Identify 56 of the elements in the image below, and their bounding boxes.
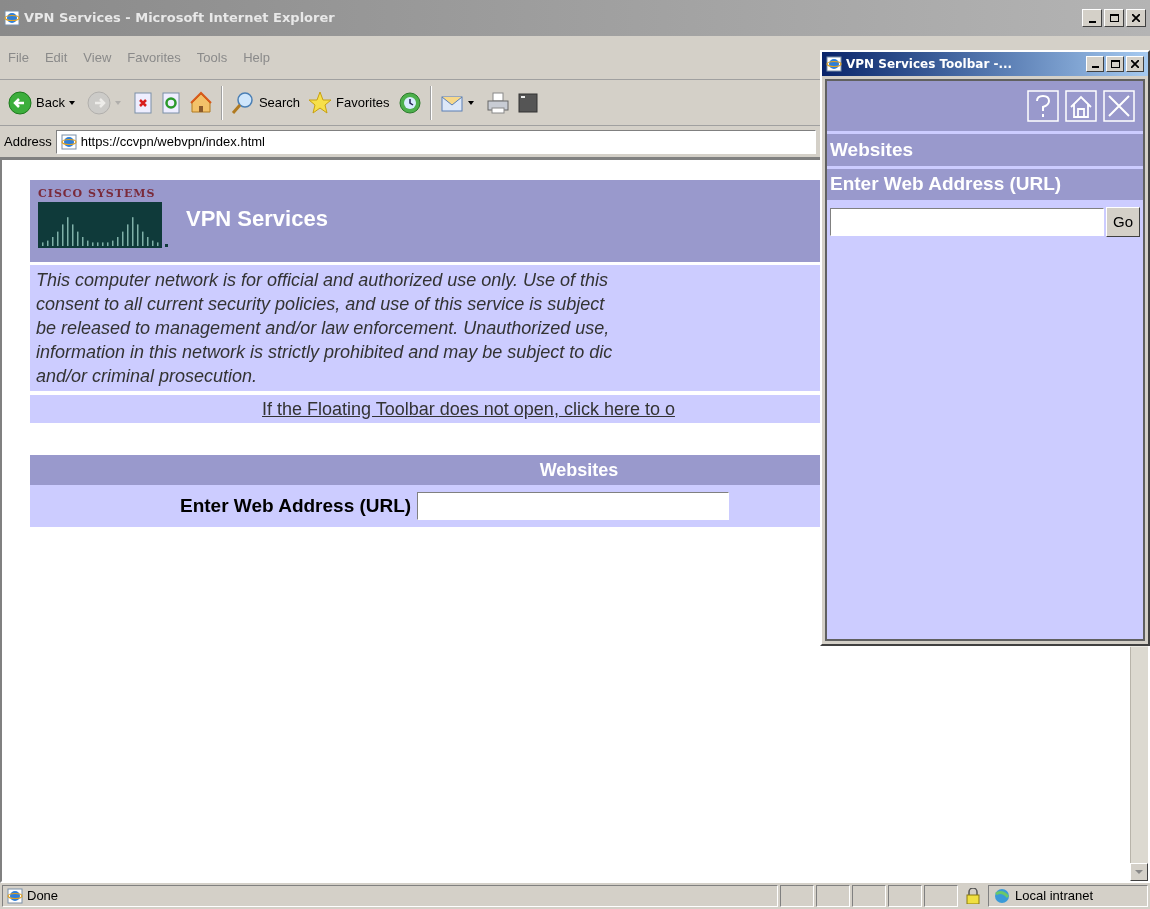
caret-icon — [114, 100, 121, 105]
home-icon[interactable] — [1065, 90, 1097, 122]
browser-icon — [4, 10, 20, 26]
minimize-button[interactable] — [1086, 56, 1104, 72]
toolbar-url-input[interactable] — [830, 208, 1104, 236]
page-title: VPN Services — [186, 205, 328, 233]
maximize-button[interactable] — [1106, 56, 1124, 72]
url-label: Enter Web Address (URL) — [180, 493, 412, 518]
maximize-button[interactable] — [1104, 9, 1124, 27]
close-button[interactable] — [1126, 56, 1144, 72]
scroll-down-button[interactable] — [1130, 863, 1148, 881]
status-pane — [780, 885, 814, 907]
lock-icon — [966, 888, 980, 904]
go-button[interactable]: Go — [1106, 207, 1140, 237]
logo-text: CISCO SYSTEMS — [38, 188, 157, 199]
caret-icon — [1135, 870, 1143, 874]
help-icon[interactable] — [1027, 90, 1059, 122]
toolbar-websites-heading: Websites — [827, 134, 1143, 166]
caret-icon — [467, 100, 474, 105]
browser-icon — [60, 133, 77, 150]
globe-icon — [993, 888, 1011, 904]
house-icon — [188, 90, 213, 115]
window-title: VPN Services - Microsoft Internet Explorer — [24, 9, 335, 28]
status-pane — [924, 885, 958, 907]
status-pane — [816, 885, 850, 907]
printer-icon — [485, 90, 510, 115]
search-button[interactable]: Search — [226, 83, 305, 122]
status-pane — [888, 885, 922, 907]
favorites-button[interactable]: Favorites — [304, 83, 394, 122]
caret-icon — [68, 100, 75, 105]
logo-bars-icon — [38, 202, 170, 248]
star-icon — [308, 90, 333, 115]
close-icon — [1131, 60, 1139, 68]
arrow-right-icon — [86, 90, 111, 115]
square-icon — [517, 92, 538, 113]
page-x-icon — [132, 90, 153, 115]
address-label: Address — [4, 132, 52, 151]
close-icon[interactable] — [1103, 90, 1135, 122]
url-input[interactable] — [417, 492, 730, 520]
clock-icon — [397, 90, 422, 115]
browser-icon — [7, 888, 23, 904]
status-text: Done — [2, 885, 778, 907]
toolbar-window-title: VPN Services Toolbar -... — [846, 56, 1013, 73]
zone-panel: Local intranet — [988, 885, 1148, 907]
close-icon — [1132, 14, 1140, 22]
close-button[interactable] — [1126, 9, 1146, 27]
address-field[interactable]: https://ccvpn/webvpn/index.html — [55, 129, 816, 154]
back-button[interactable]: Back — [4, 83, 83, 122]
arrow-left-icon — [8, 90, 32, 115]
browser-icon — [826, 56, 842, 72]
minimize-button[interactable] — [1082, 9, 1102, 27]
status-pane — [852, 885, 886, 907]
refresh-icon — [160, 90, 181, 115]
toolbar-url-label: Enter Web Address (URL) — [827, 169, 1143, 200]
search-icon — [230, 90, 255, 115]
notice-text: This computer network is for official and authorized use only. Use of this consent to all current security policies, and use of this service is subject be released to management and/or law enforcement. Unauthorized use, information in this network is strictly prohibited and may be subject to dic and/or criminal prosecution. — [36, 269, 614, 388]
